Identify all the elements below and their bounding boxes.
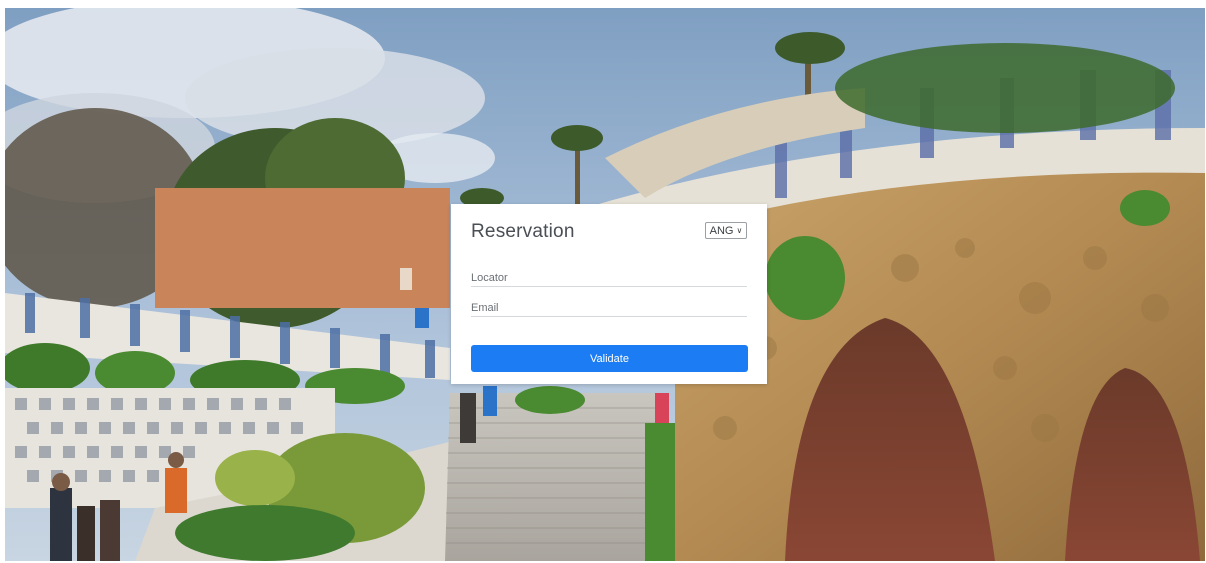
validate-button[interactable]: Validate <box>471 345 748 372</box>
email-input[interactable] <box>471 299 747 317</box>
language-value: ANG <box>709 224 734 237</box>
login-page: Reservation ANG ∨ Validate <box>5 8 1205 561</box>
page-title: Reservation <box>471 221 575 242</box>
language-select[interactable]: ANG ∨ <box>705 222 747 239</box>
locator-input[interactable] <box>471 269 747 287</box>
reservation-card: Reservation ANG ∨ Validate <box>451 204 767 384</box>
chevron-down-icon: ∨ <box>736 225 743 235</box>
